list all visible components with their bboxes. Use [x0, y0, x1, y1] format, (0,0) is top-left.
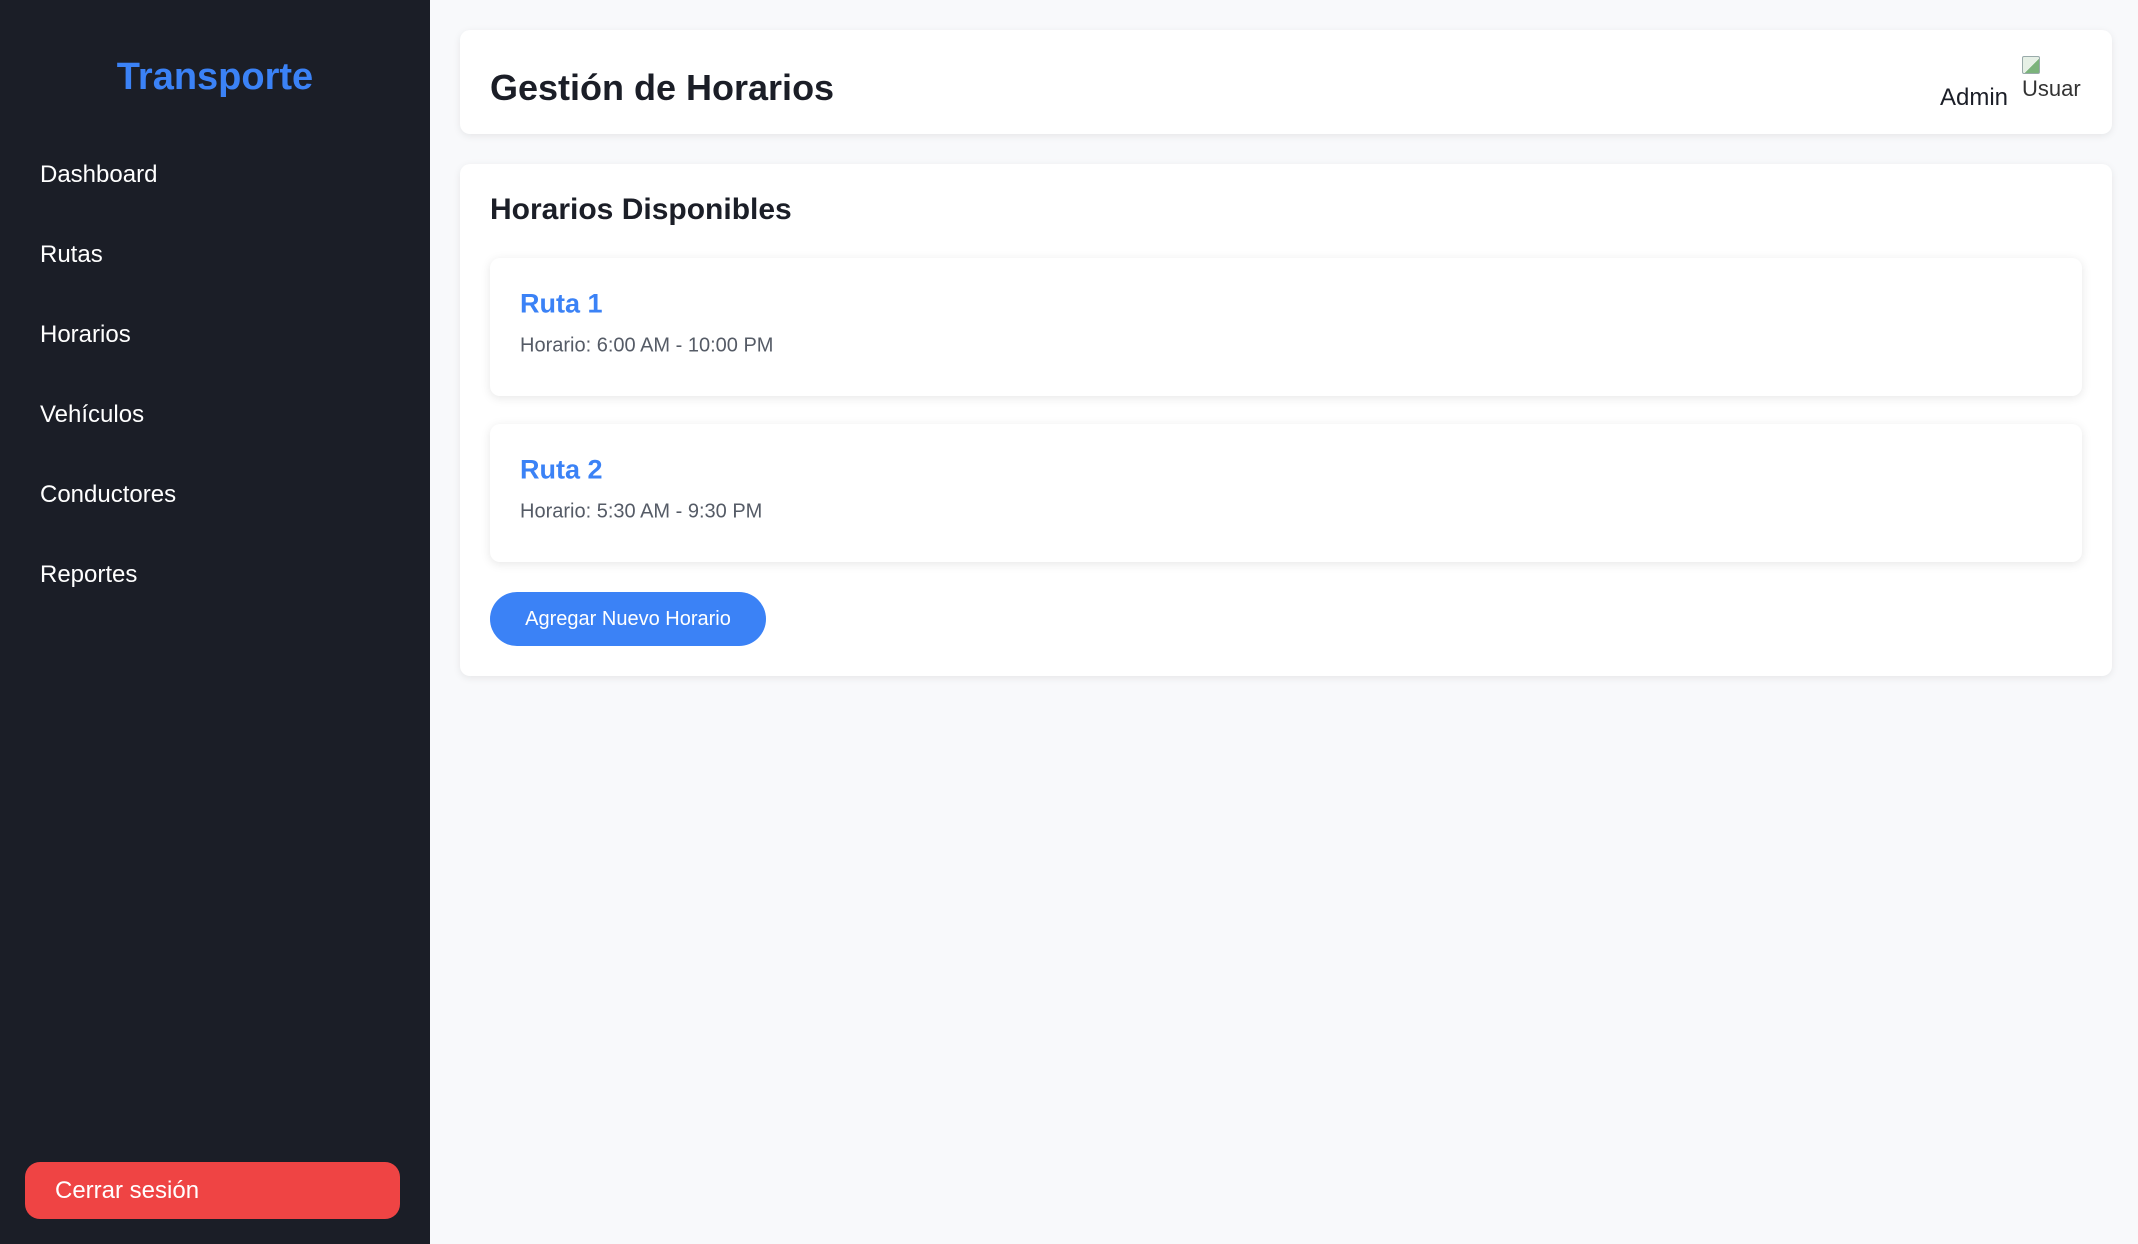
add-schedule-button[interactable]: Agregar Nuevo Horario [490, 592, 766, 646]
route-card: Ruta 1 Horario: 6:00 AM - 10:00 PM [490, 258, 2082, 396]
sidebar-nav: Dashboard Rutas Horarios Vehículos Condu… [0, 148, 430, 628]
brand-logo[interactable]: Transporte [0, 56, 430, 99]
page-title: Gestión de Horarios [490, 67, 835, 108]
broken-image-icon [2022, 56, 2040, 74]
app-root: Transporte Dashboard Rutas Horarios Vehí… [0, 0, 2138, 1244]
route-schedule: Horario: 5:30 AM - 9:30 PM [520, 500, 763, 523]
route-name: Ruta 2 [520, 454, 603, 485]
section-title: Horarios Disponibles [490, 193, 792, 226]
route-schedule: Horario: 6:00 AM - 10:00 PM [520, 334, 774, 357]
user-name: Admin [1939, 84, 2008, 111]
sidebar-item-dashboard[interactable]: Dashboard [0, 148, 430, 228]
route-name: Ruta 1 [520, 288, 603, 319]
sidebar-item-horarios[interactable]: Horarios [0, 308, 430, 388]
sidebar: Transporte Dashboard Rutas Horarios Vehí… [0, 0, 430, 1244]
sidebar-item-rutas[interactable]: Rutas [0, 228, 430, 308]
page-header: Gestión de Horarios Admin Usuario [460, 30, 2112, 134]
main-content: Gestión de Horarios Admin Usuario Horari… [430, 0, 2138, 1244]
sidebar-item-conductores[interactable]: Conductores [0, 468, 430, 548]
route-card: Ruta 2 Horario: 5:30 AM - 9:30 PM [490, 424, 2082, 562]
sidebar-item-reportes[interactable]: Reportes [0, 548, 430, 628]
avatar-alt-text: Usuario [2022, 76, 2082, 101]
schedules-panel: Horarios Disponibles Ruta 1 Horario: 6:0… [460, 164, 2112, 676]
avatar[interactable]: Usuario [2022, 54, 2082, 102]
sidebar-item-vehiculos[interactable]: Vehículos [0, 388, 430, 468]
logout-button[interactable]: Cerrar sesión [25, 1162, 400, 1219]
